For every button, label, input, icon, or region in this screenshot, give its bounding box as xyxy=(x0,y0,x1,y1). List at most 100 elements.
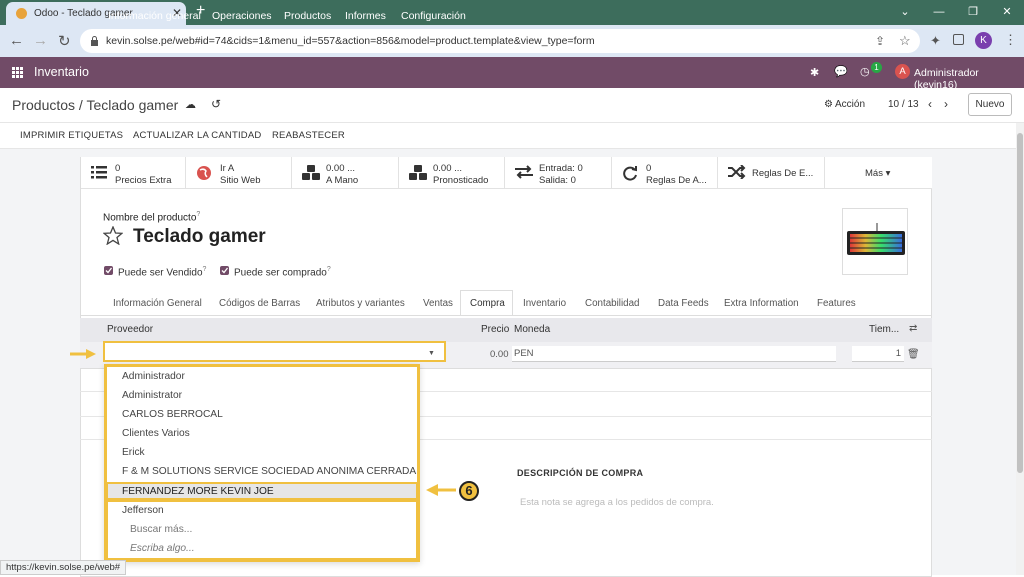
menu-operaciones[interactable]: Operaciones xyxy=(212,10,272,22)
stat-on-hand[interactable]: 0.00 ... A Mano xyxy=(292,157,399,189)
tab-inventario[interactable]: Inventario xyxy=(523,298,566,309)
purchase-description-input[interactable]: Esta nota se agrega a los pedidos de com… xyxy=(520,497,714,508)
col-proveedor[interactable]: Proveedor xyxy=(107,324,153,335)
stat-label: A Mano xyxy=(326,175,359,186)
user-avatar[interactable]: A xyxy=(895,64,910,79)
gear-icon[interactable]: ⚙ xyxy=(824,99,833,110)
vendor-option[interactable]: Jefferson xyxy=(122,505,164,516)
search-more-link[interactable]: Buscar más... xyxy=(130,524,192,535)
extensions-icon[interactable]: ✦ xyxy=(930,33,941,49)
bookmark-star-icon[interactable]: ☆ xyxy=(899,33,911,49)
vendor-option[interactable]: CARLOS BERROCAL xyxy=(122,409,223,420)
help-tooltip-icon[interactable]: ? xyxy=(196,211,200,218)
stat-reorder-rules[interactable]: 0 Reglas De A... xyxy=(612,157,718,189)
save-cloud-icon[interactable]: ☁ xyxy=(185,98,196,111)
stat-go-website[interactable]: Ir A Sitio Web xyxy=(186,157,292,189)
stat-value: 0 xyxy=(115,163,121,174)
product-image[interactable] xyxy=(842,208,908,275)
tab-features[interactable]: Features xyxy=(817,298,856,309)
page-scrollbar[interactable] xyxy=(1016,123,1024,575)
can-be-purchased-checkbox[interactable] xyxy=(220,266,229,275)
menu-configuracion[interactable]: Configuración xyxy=(401,10,466,22)
vendor-option[interactable]: Erick xyxy=(122,447,145,458)
tab-compra[interactable]: Compra xyxy=(470,298,505,309)
dropdown-caret-icon[interactable]: ▼ xyxy=(428,350,435,357)
breadcrumb[interactable]: Productos / Teclado gamer xyxy=(12,97,178,113)
update-quantity-button[interactable]: ACTUALIZAR LA CANTIDAD xyxy=(133,130,261,141)
stat-value: 0.00 ... xyxy=(433,163,463,174)
vendor-option[interactable]: Administrator xyxy=(122,390,182,401)
reload-icon[interactable]: ↻ xyxy=(58,32,71,50)
trash-icon[interactable]: 🗑 xyxy=(907,349,920,360)
close-window-icon[interactable]: ✕ xyxy=(990,0,1024,25)
tab-data-feeds[interactable]: Data Feeds xyxy=(658,298,709,309)
stat-label: Reglas De E... xyxy=(752,168,814,179)
col-moneda[interactable]: Moneda xyxy=(514,324,550,335)
discard-undo-icon[interactable]: ↺ xyxy=(211,97,221,111)
product-name[interactable]: Teclado gamer xyxy=(133,226,266,248)
stat-value: 0 xyxy=(646,163,652,174)
address-bar[interactable]: kevin.solse.pe/web#id=74&cids=1&menu_id=… xyxy=(80,29,920,53)
restore-icon[interactable]: ❐ xyxy=(956,0,990,25)
vendor-autocomplete-input[interactable] xyxy=(103,341,446,362)
vendor-option[interactable]: Clientes Varios xyxy=(122,428,190,439)
menu-informes[interactable]: Informes xyxy=(345,10,386,22)
browser-status-url: https://kevin.solse.pe/web# xyxy=(0,560,127,575)
tab-atributos-variantes[interactable]: Atributos y variantes xyxy=(316,298,405,309)
app-name[interactable]: Inventario xyxy=(34,65,89,79)
currency-input[interactable]: PEN xyxy=(512,346,836,362)
stat-forecasted[interactable]: 0.00 ... Pronosticado xyxy=(399,157,505,189)
stat-label: Precios Extra xyxy=(115,175,172,186)
menu-informacion-general[interactable]: Información general xyxy=(108,10,201,22)
back-icon[interactable]: ← xyxy=(9,32,24,49)
tab-contabilidad[interactable]: Contabilidad xyxy=(585,298,639,309)
odoo-favicon-icon xyxy=(16,8,27,19)
pager-value[interactable]: 10 / 13 xyxy=(888,99,919,110)
favorite-star-icon[interactable] xyxy=(103,226,123,245)
can-be-sold-text: Puede ser Vendido xyxy=(118,267,203,279)
chat-icon[interactable]: 💬 xyxy=(834,65,848,78)
exchange-icon xyxy=(515,165,533,179)
pager-prev-icon[interactable]: ‹ xyxy=(928,97,932,111)
col-precio[interactable]: Precio xyxy=(481,324,509,335)
menu-productos[interactable]: Productos xyxy=(284,10,331,22)
col-tiempo[interactable]: Tiem... xyxy=(869,324,899,335)
optional-columns-icon[interactable]: ⇄ xyxy=(909,323,917,334)
clock-activity-icon[interactable]: ◷ xyxy=(860,65,870,78)
share-icon[interactable]: ⇪ xyxy=(875,34,885,48)
vendor-option-selected[interactable]: FERNANDEZ MORE KEVIN JOE xyxy=(122,486,274,497)
tab-extra-information[interactable]: Extra Information xyxy=(724,298,799,309)
tab-codigos-de-barras[interactable]: Códigos de Barras xyxy=(219,298,300,309)
minimize-icon[interactable]: — xyxy=(922,0,956,25)
sidepanel-icon[interactable] xyxy=(953,34,964,45)
lead-time-input[interactable]: 1 xyxy=(852,346,904,362)
help-tooltip-icon[interactable]: ? xyxy=(203,266,207,273)
browser-menu-icon[interactable]: ⋮ xyxy=(1004,32,1017,48)
profile-avatar[interactable]: K xyxy=(975,32,992,49)
help-tooltip-icon[interactable]: ? xyxy=(327,266,331,273)
price-cell[interactable]: 0.00 xyxy=(490,349,509,360)
tab-ventas[interactable]: Ventas xyxy=(423,298,453,309)
activity-badge: 1 xyxy=(871,62,882,73)
apps-grid-icon[interactable] xyxy=(12,67,23,78)
cubes-icon xyxy=(302,165,320,180)
bug-debug-icon[interactable]: ✱ xyxy=(810,66,819,79)
lead-time-value: 1 xyxy=(895,348,901,359)
print-labels-button[interactable]: IMPRIMIR ETIQUETAS xyxy=(20,130,123,141)
stat-in-out[interactable]: Entrada: 0 Salida: 0 xyxy=(505,157,612,189)
tab-search-icon[interactable]: ⌄ xyxy=(888,0,922,25)
can-be-sold-checkbox[interactable] xyxy=(104,266,113,275)
scrollbar-thumb[interactable] xyxy=(1017,133,1023,473)
pager-next-icon[interactable]: › xyxy=(944,97,948,111)
stat-extra-prices[interactable]: 0 Precios Extra xyxy=(81,157,186,189)
create-edit-hint[interactable]: Escriba algo... xyxy=(130,543,195,554)
vendor-option[interactable]: F & M SOLUTIONS SERVICE SOCIEDAD ANONIMA… xyxy=(122,466,416,477)
tab-informacion-general[interactable]: Información General xyxy=(113,298,202,309)
stat-routing-rules[interactable]: Reglas De E... xyxy=(718,157,825,189)
forward-icon[interactable]: → xyxy=(33,32,48,49)
vendor-option[interactable]: Administrador xyxy=(122,371,185,382)
new-button[interactable]: Nuevo xyxy=(968,93,1012,116)
action-menu[interactable]: Acción xyxy=(835,99,865,110)
more-stats-button[interactable]: Más ▾ xyxy=(825,157,932,189)
replenish-button[interactable]: REABASTECER xyxy=(272,130,345,141)
